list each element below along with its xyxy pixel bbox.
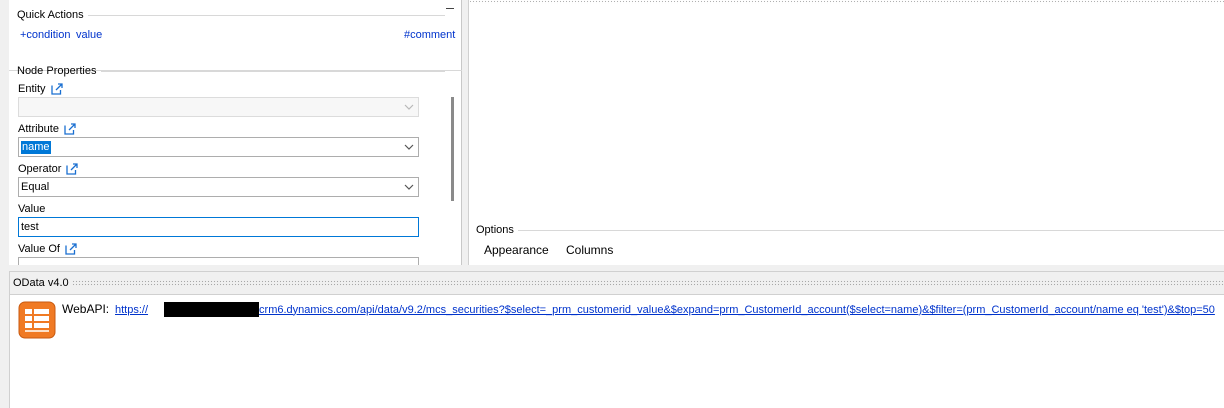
form-list-icon — [18, 301, 56, 339]
add-comment-link[interactable]: #comment — [404, 29, 455, 41]
odata-title: OData v4.0 — [13, 277, 69, 289]
operator-value: Equal — [21, 181, 50, 193]
quick-actions-title: Quick Actions — [17, 9, 84, 21]
right-panel: Options Appearance Columns — [468, 0, 1224, 265]
odata-titlebar[interactable]: OData v4.0 — [10, 272, 1224, 294]
value-text: test — [21, 221, 39, 233]
tab-appearance[interactable]: Appearance — [484, 243, 549, 257]
webapi-label: WebAPI: — [62, 302, 110, 316]
panel-grip — [72, 280, 1224, 286]
url-path: crm6.dynamics.com/api/data/v9.2/mcs_secu… — [259, 303, 1215, 316]
odata-panel: OData v4.0 WebAPI: https:// crm6.dynamic… — [9, 271, 1224, 408]
value-of-label-row: Value Of — [18, 242, 77, 255]
attribute-label-row: Attribute — [18, 122, 76, 135]
url-scheme: https:// — [115, 303, 149, 316]
chevron-down-icon — [404, 104, 414, 110]
external-link-icon[interactable] — [66, 162, 79, 175]
external-link-icon[interactable] — [50, 82, 63, 95]
value-input[interactable]: test — [18, 217, 419, 237]
webapi-url-link[interactable]: https:// crm6.dynamics.com/api/data/v9.2… — [115, 302, 1215, 317]
attribute-combobox[interactable]: name — [18, 137, 419, 157]
external-link-icon[interactable] — [64, 122, 76, 135]
node-properties-header: Node Properties — [9, 64, 445, 78]
external-link-icon[interactable] — [65, 242, 77, 255]
entity-label-row: Entity — [18, 82, 63, 95]
redacted-block — [164, 302, 260, 317]
value-label-row: Value — [18, 202, 45, 215]
add-condition-link[interactable]: +condition — [20, 29, 70, 41]
attribute-value: name — [21, 141, 51, 154]
operator-combobox[interactable]: Equal — [18, 177, 419, 197]
tab-columns[interactable]: Columns — [566, 243, 613, 257]
collapse-icon[interactable] — [446, 8, 454, 9]
node-properties-title: Node Properties — [17, 65, 97, 77]
options-header: Options — [469, 223, 1224, 237]
operator-label: Operator — [18, 162, 62, 175]
operator-label-row: Operator — [18, 162, 79, 175]
add-value-link[interactable]: value — [76, 29, 102, 41]
chevron-down-icon — [404, 184, 414, 190]
scrollbar-thumb[interactable] — [451, 97, 454, 201]
left-panel: Quick Actions +condition value #comment … — [9, 0, 462, 265]
options-title: Options — [476, 224, 514, 236]
value-label: Value — [18, 202, 46, 215]
properties-scrollbar[interactable] — [447, 80, 461, 265]
attribute-label: Attribute — [18, 122, 59, 135]
entity-label: Entity — [18, 82, 46, 95]
value-of-label: Value Of — [18, 242, 60, 255]
quick-actions-header: Quick Actions — [9, 8, 445, 22]
entity-combobox[interactable] — [18, 97, 419, 117]
odata-content: WebAPI: https:// crm6.dynamics.com/api/d… — [10, 294, 1224, 408]
value-of-combobox[interactable] — [18, 257, 419, 265]
chevron-down-icon — [404, 144, 414, 150]
splitter-grip[interactable] — [469, 0, 1224, 4]
